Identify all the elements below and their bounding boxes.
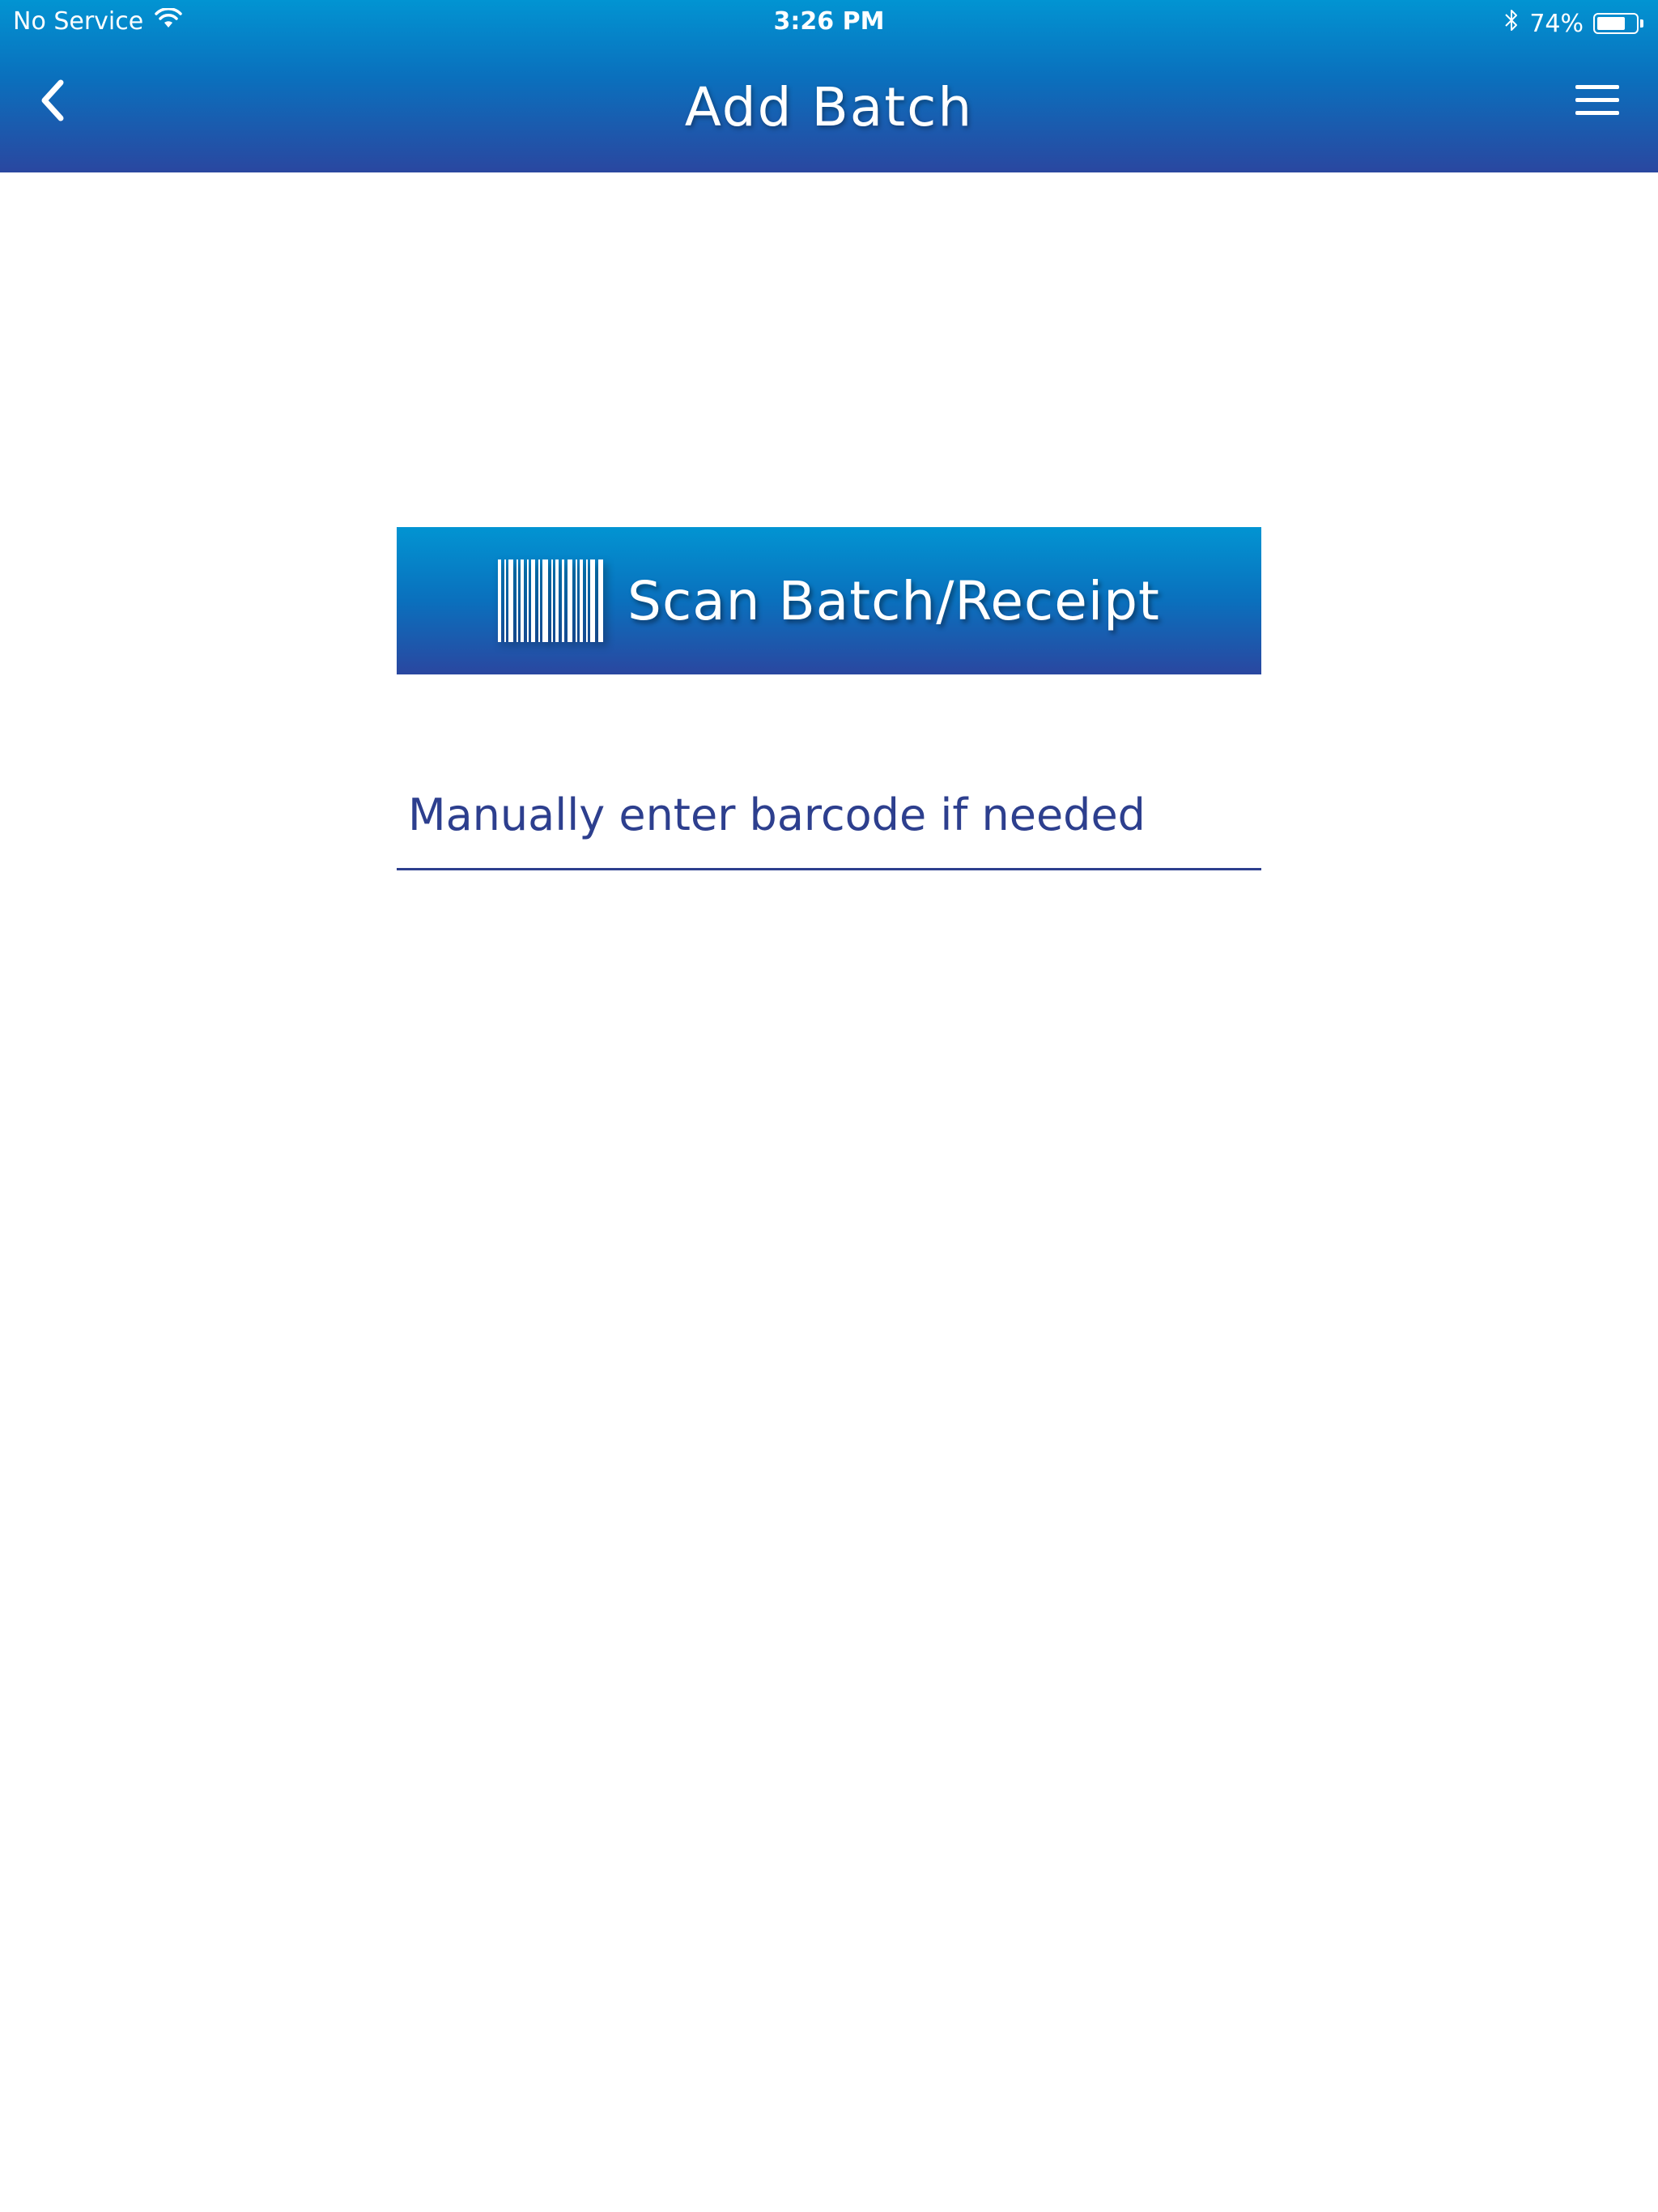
status-right: 74% xyxy=(1503,7,1643,40)
page-title: Add Batch xyxy=(684,76,974,138)
status-bar: No Service 3:26 PM 74% xyxy=(0,0,1658,45)
status-time: 3:26 PM xyxy=(773,7,885,36)
barcode-input[interactable] xyxy=(397,761,1261,870)
bluetooth-icon xyxy=(1503,7,1520,40)
battery-level xyxy=(1597,17,1625,30)
battery-icon xyxy=(1593,13,1639,34)
hamburger-menu-icon xyxy=(1574,83,1621,121)
scan-button-label: Scan Batch/Receipt xyxy=(627,569,1160,632)
nav-bar: Add Batch xyxy=(0,45,1658,172)
battery-percent: 74% xyxy=(1529,9,1584,38)
scan-batch-receipt-button[interactable]: Scan Batch/Receipt xyxy=(397,527,1261,674)
barcode-icon xyxy=(498,559,604,642)
menu-button[interactable] xyxy=(1569,78,1626,126)
battery-tip xyxy=(1640,19,1643,28)
app-header: No Service 3:26 PM 74% Add Batch xyxy=(0,0,1658,172)
